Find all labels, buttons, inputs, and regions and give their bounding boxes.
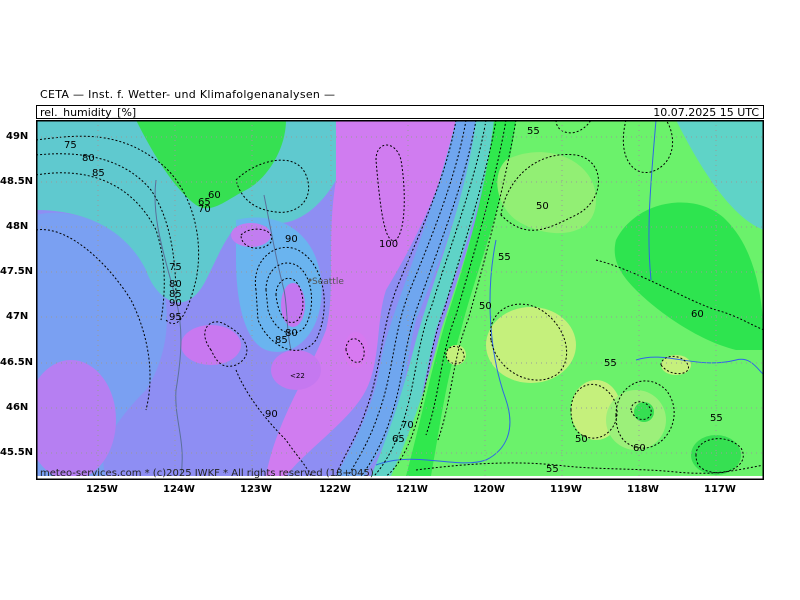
lat-label: 46N xyxy=(6,402,29,413)
lat-label: 45.5N xyxy=(0,447,34,458)
field-magenta-coast xyxy=(181,325,241,365)
lat-label: 49N xyxy=(6,131,29,142)
contour-label: 90 xyxy=(265,409,278,420)
contour-label: 100 xyxy=(379,239,398,250)
contour-label: 65 xyxy=(392,434,405,445)
lon-label: 124W xyxy=(163,484,195,495)
city-label: Seattle xyxy=(312,277,344,287)
contour-label: 90 xyxy=(169,298,182,309)
lon-label: 121W xyxy=(396,484,428,495)
lon-label: 125W xyxy=(86,484,118,495)
lon-label: 123W xyxy=(240,484,272,495)
contour-label: 75 xyxy=(169,262,182,273)
lon-label: 122W xyxy=(319,484,351,495)
field-magenta-puget xyxy=(281,283,305,327)
contour-label: 50 xyxy=(479,301,492,312)
contour-label: 55 xyxy=(527,126,540,137)
contour-label: 85 xyxy=(275,335,288,346)
map-footer: meteo-services.com * (c)2025 IWKF * All … xyxy=(40,468,374,479)
field-lightgreen-south xyxy=(606,390,666,450)
contour-label: 70 xyxy=(198,204,211,215)
map-header-title: CETA — Inst. f. Wetter- und Klimafolgena… xyxy=(40,88,336,101)
contour-label: <22 xyxy=(290,372,305,380)
contour-label: 55 xyxy=(498,252,511,263)
lon-label: 118W xyxy=(627,484,659,495)
parameter-label: rel._humidity_[%] xyxy=(40,106,137,119)
lat-label: 47N xyxy=(6,311,29,322)
lon-label: 119W xyxy=(550,484,582,495)
lat-label: 48N xyxy=(6,221,29,232)
field-magenta-south xyxy=(271,350,321,390)
contour-label: 85 xyxy=(92,168,105,179)
map-info-bar: rel._humidity_[%] 10.07.2025 15 UTC xyxy=(36,105,764,119)
contour-label: 95 xyxy=(169,312,182,323)
lon-label: 117W xyxy=(704,484,736,495)
lat-label: 47.5N xyxy=(0,266,34,277)
lon-label: 120W xyxy=(473,484,505,495)
contour-label: 90 xyxy=(285,234,298,245)
lat-label: 48.5N xyxy=(0,176,34,187)
valid-time-label: 10.07.2025 15 UTC xyxy=(653,106,759,119)
contour-label: 60 xyxy=(691,309,704,320)
contour-label: 70 xyxy=(401,420,414,431)
contour-label: 55 xyxy=(710,413,723,424)
humidity-map-svg: 75 80 85 60 65 70 90 75 80 85 90 95 80 8… xyxy=(35,119,765,481)
humidity-map: 75 80 85 60 65 70 90 75 80 85 90 95 80 8… xyxy=(35,119,765,481)
contour-label: 75 xyxy=(64,140,77,151)
contour-label: 55 xyxy=(604,358,617,369)
lat-label: 46.5N xyxy=(0,357,34,368)
contour-label: 60 xyxy=(633,443,646,454)
contour-label: 80 xyxy=(82,153,95,164)
contour-label: 50 xyxy=(536,201,549,212)
contour-label: 50 xyxy=(575,434,588,445)
